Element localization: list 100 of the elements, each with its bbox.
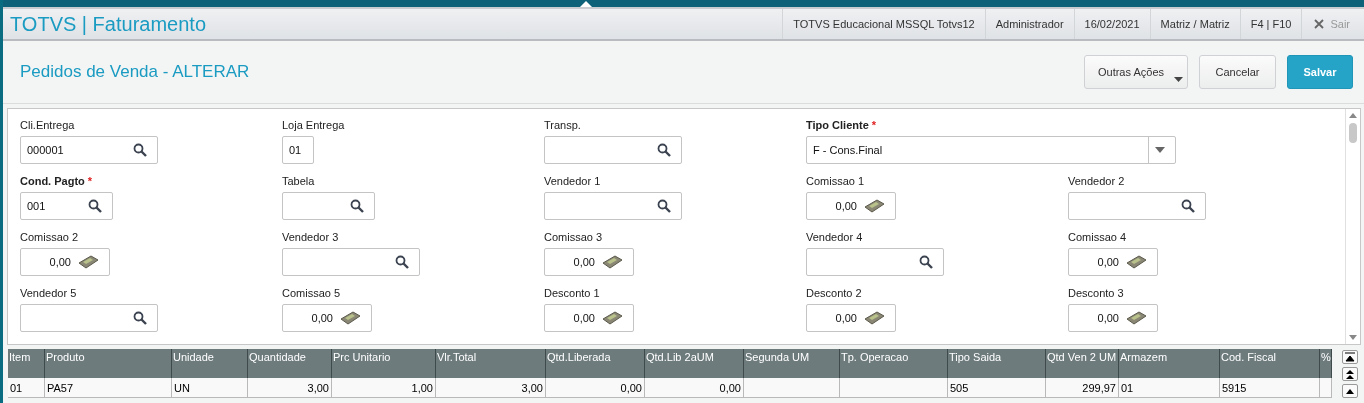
input-field[interactable] xyxy=(806,248,944,276)
column-header[interactable]: Quantidade xyxy=(248,349,332,378)
field-label: Cli.Entrega xyxy=(20,119,75,133)
search-icon[interactable] xyxy=(133,143,147,157)
input-field[interactable] xyxy=(1068,192,1206,220)
column-header[interactable]: Segunda UM xyxy=(744,349,840,378)
table-cell: 0,00 xyxy=(546,378,645,398)
field-label: Vendedor 2 xyxy=(1068,175,1125,189)
scrollbar[interactable] xyxy=(1345,109,1360,344)
table-cell: 01 xyxy=(1119,378,1220,398)
search-icon[interactable] xyxy=(657,143,671,157)
required-mark: * xyxy=(87,175,93,187)
field-label: Comissao 4 xyxy=(1068,231,1127,245)
field-label: Desconto 3 xyxy=(1068,287,1124,301)
page-title: Pedidos de Venda - ALTERAR xyxy=(20,62,250,82)
column-header[interactable]: % xyxy=(1320,349,1332,378)
calculator-icon[interactable] xyxy=(1125,311,1147,325)
search-icon[interactable] xyxy=(350,199,364,213)
calculator-icon[interactable] xyxy=(863,311,885,325)
table-cell: UN xyxy=(172,378,248,398)
input-field[interactable]: 0,00 xyxy=(282,304,372,332)
table-cell: 299,97 xyxy=(1046,378,1119,398)
input-field[interactable]: F - Cons.Final xyxy=(806,136,1176,164)
table-cell xyxy=(1320,378,1332,398)
field-label: Vendedor 5 xyxy=(20,287,77,301)
status-item: Matriz / Matriz xyxy=(1149,9,1240,39)
input-field[interactable]: 01 xyxy=(282,136,314,164)
table-cell: 0,00 xyxy=(645,378,744,398)
column-header[interactable]: Cod. Fiscal xyxy=(1220,349,1320,378)
calculator-icon[interactable] xyxy=(863,199,885,213)
column-header[interactable]: Produto xyxy=(45,349,172,378)
field-label: Transp. xyxy=(544,119,581,133)
table-cell: 5915 xyxy=(1220,378,1320,398)
scroll-up-icon[interactable] xyxy=(1349,113,1357,118)
scroll-thumb[interactable] xyxy=(1349,123,1357,143)
field-label: Vendedor 3 xyxy=(282,231,339,245)
table-cell: PA57 xyxy=(45,378,172,398)
input-field[interactable]: 0,00 xyxy=(806,304,896,332)
field-label: Comissao 2 xyxy=(20,231,79,245)
column-header[interactable]: Qtd.Lib 2aUM xyxy=(645,349,744,378)
column-header[interactable]: Tipo Saida xyxy=(948,349,1046,378)
column-header[interactable]: Vlr.Total xyxy=(436,349,546,378)
column-header[interactable]: Unidade xyxy=(172,349,248,378)
action-button[interactable]: Salvar xyxy=(1287,55,1353,89)
dropdown-arrow-icon[interactable] xyxy=(1155,147,1165,153)
input-field[interactable]: 0,00 xyxy=(1068,248,1158,276)
field-label: Comissao 3 xyxy=(544,231,603,245)
input-field[interactable] xyxy=(20,304,158,332)
column-header[interactable]: Item xyxy=(8,349,45,378)
up-arrow-icon xyxy=(1345,388,1355,394)
search-icon[interactable] xyxy=(133,311,147,325)
calculator-icon[interactable] xyxy=(77,255,99,269)
input-field[interactable] xyxy=(544,136,682,164)
status-item: TOTVS Educacional MSSQL Totvs12 xyxy=(782,9,985,39)
search-icon[interactable] xyxy=(919,255,933,269)
field-label: Comissao 1 xyxy=(806,175,865,189)
field-label: Comissao 5 xyxy=(282,287,341,301)
action-button[interactable]: Cancelar xyxy=(1199,55,1276,89)
search-icon[interactable] xyxy=(395,255,409,269)
scroll-down-icon[interactable] xyxy=(1349,335,1357,340)
input-field[interactable]: 0,00 xyxy=(544,304,634,332)
input-field[interactable]: 001 xyxy=(20,192,113,220)
input-field[interactable]: 0,00 xyxy=(1068,304,1158,332)
status-item: Administrador xyxy=(984,9,1074,39)
status-item: F4 | F10 xyxy=(1239,9,1302,39)
scroll-top-button[interactable] xyxy=(1342,350,1358,364)
input-field[interactable] xyxy=(544,192,682,220)
column-header[interactable]: Prc Unitario xyxy=(332,349,436,378)
column-header[interactable]: Armazem xyxy=(1119,349,1220,378)
calculator-icon[interactable] xyxy=(601,255,623,269)
column-header[interactable]: Tp. Operacao xyxy=(840,349,948,378)
page-up-button[interactable] xyxy=(1342,367,1358,381)
field-label: Tipo Cliente xyxy=(806,119,869,133)
search-icon[interactable] xyxy=(657,199,671,213)
input-field[interactable]: 0,00 xyxy=(806,192,896,220)
action-button[interactable]: Outras Ações xyxy=(1084,55,1188,89)
double-up-arrow-icon xyxy=(1345,369,1355,379)
table-cell: 3,00 xyxy=(248,378,332,398)
input-field[interactable] xyxy=(282,248,420,276)
scroll-up-button[interactable] xyxy=(1342,384,1358,398)
calculator-icon[interactable] xyxy=(1125,255,1147,269)
calculator-icon[interactable] xyxy=(339,311,361,325)
caret-icon xyxy=(1174,77,1183,82)
field-label: Cond. Pagto xyxy=(20,175,85,189)
column-header[interactable]: Qtd Ven 2 UM xyxy=(1046,349,1119,378)
app-title: TOTVS | Faturamento xyxy=(10,12,206,36)
input-field[interactable]: 000001 xyxy=(20,136,158,164)
search-icon[interactable] xyxy=(1181,199,1195,213)
input-field[interactable] xyxy=(282,192,375,220)
pointer-icon xyxy=(580,1,592,7)
status-item: 16/02/2021 xyxy=(1073,9,1150,39)
search-icon[interactable] xyxy=(88,199,102,213)
field-label: Vendedor 1 xyxy=(544,175,601,189)
column-header[interactable]: Qtd.Liberada xyxy=(546,349,645,378)
table-cell: 3,00 xyxy=(436,378,546,398)
input-field[interactable]: 0,00 xyxy=(20,248,110,276)
field-label: Vendedor 4 xyxy=(806,231,863,245)
calculator-icon[interactable] xyxy=(601,311,623,325)
input-field[interactable]: 0,00 xyxy=(544,248,634,276)
bar-up-arrow-icon xyxy=(1345,352,1355,362)
